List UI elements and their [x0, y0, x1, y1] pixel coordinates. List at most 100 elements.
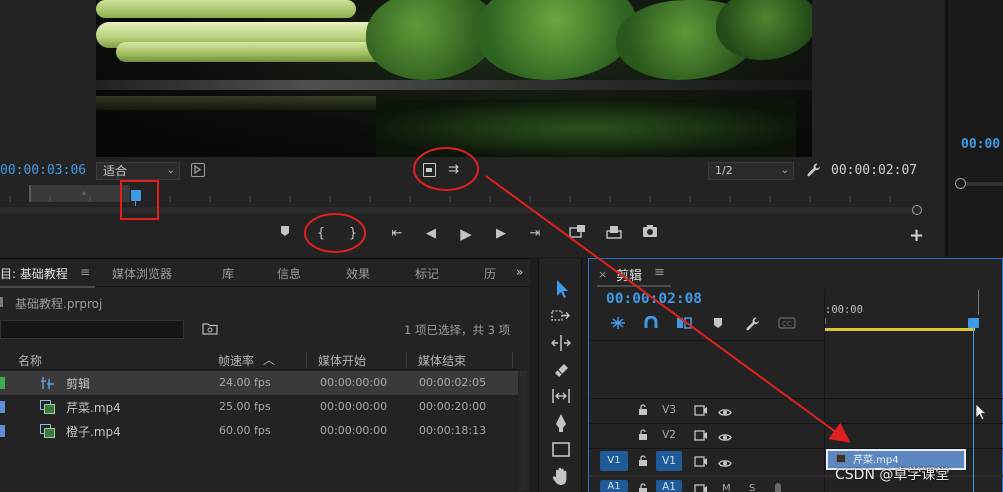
sync-lock-icon[interactable]: [694, 456, 708, 467]
source-patch-a1[interactable]: A1: [600, 480, 628, 492]
eye-icon[interactable]: [718, 431, 732, 441]
video-preview[interactable]: [96, 0, 812, 157]
work-area-bar[interactable]: [825, 328, 975, 331]
mark-out-icon[interactable]: }: [344, 224, 362, 244]
fit-dropdown[interactable]: 适合 ⌄: [96, 162, 180, 180]
microphone-icon[interactable]: [775, 483, 781, 492]
monitor-playhead[interactable]: [131, 190, 141, 201]
overwrite-icon[interactable]: [605, 224, 623, 244]
wrench-icon[interactable]: [806, 162, 822, 178]
track-target-v1[interactable]: V1: [656, 451, 682, 471]
column-divider[interactable]: [306, 352, 307, 368]
go-to-in-icon[interactable]: ⇤: [388, 224, 406, 244]
razor-tool-icon[interactable]: [549, 358, 573, 380]
solo-button[interactable]: S: [749, 483, 755, 492]
step-forward-icon[interactable]: ▶: [492, 224, 510, 244]
project-scrollbar[interactable]: [519, 371, 527, 491]
step-back-icon[interactable]: ◀: [422, 224, 440, 244]
add-button[interactable]: +: [909, 227, 924, 245]
tab-libraries[interactable]: 库: [222, 265, 234, 282]
tab-markers[interactable]: 标记: [415, 265, 439, 282]
panel-menu-icon[interactable]: ≡: [80, 265, 90, 279]
scrollbar-handle[interactable]: [955, 178, 966, 189]
project-item-row[interactable]: 剪辑 24.00 fps 00:00:00:00 00:00:02:05: [0, 371, 518, 395]
tab-project[interactable]: 目: 基础教程: [0, 265, 68, 282]
watermark-text: CSDN @卓学课堂: [835, 467, 950, 483]
sync-lock-icon[interactable]: [694, 484, 708, 492]
column-frame-rate[interactable]: 帧速率: [218, 352, 254, 369]
track-target-a1[interactable]: A1: [656, 480, 682, 492]
hand-tool-icon[interactable]: [549, 465, 573, 487]
search-input[interactable]: [0, 320, 184, 339]
timeline-timecode[interactable]: 00:00:02:08: [606, 291, 702, 307]
sequence-tab-title[interactable]: 剪辑: [616, 265, 642, 284]
lock-icon[interactable]: [638, 404, 648, 416]
item-name[interactable]: 橙子.mp4: [66, 423, 121, 440]
captions-icon[interactable]: CC: [778, 316, 796, 330]
item-name[interactable]: 芹菜.mp4: [66, 399, 121, 416]
monitor-settings-icon[interactable]: [191, 163, 205, 177]
item-name[interactable]: 剪辑: [66, 375, 90, 392]
trim-forward-icon[interactable]: ⇉: [448, 163, 459, 177]
go-to-out-icon[interactable]: ⇥: [526, 224, 544, 244]
play-icon[interactable]: ▶: [457, 224, 475, 244]
add-marker-icon[interactable]: [276, 224, 294, 244]
tab-media-browser[interactable]: 媒体浏览器: [112, 265, 172, 282]
scrollbar-handle[interactable]: [912, 205, 922, 215]
rectangle-tool-icon[interactable]: [549, 439, 573, 461]
eye-icon[interactable]: [718, 406, 732, 416]
lock-icon[interactable]: [638, 455, 648, 467]
resolution-dropdown[interactable]: 1/2 ⌄: [708, 162, 794, 180]
column-name[interactable]: 名称: [18, 352, 42, 369]
column-media-end[interactable]: 媒体结束: [418, 352, 466, 369]
tab-info[interactable]: 信息: [277, 265, 301, 282]
chevron-down-icon: ⌄: [166, 165, 175, 176]
tab-effects[interactable]: 效果: [346, 265, 370, 282]
label-color-swatch[interactable]: [0, 377, 5, 389]
timeline-playhead[interactable]: [968, 318, 979, 328]
source-patch-v1[interactable]: V1: [600, 451, 628, 471]
track-row-v3[interactable]: [589, 399, 1003, 423]
close-icon[interactable]: ×: [598, 268, 607, 281]
timeline-settings-wrench-icon[interactable]: [745, 316, 761, 331]
new-search-bin-icon[interactable]: [202, 322, 218, 335]
source-timecode[interactable]: 00:00: [961, 137, 1000, 152]
column-divider[interactable]: [512, 352, 513, 368]
ripple-edit-tool-icon[interactable]: [549, 332, 573, 354]
eye-icon[interactable]: [718, 457, 732, 467]
project-tabs: 目: 基础教程 ≡ 媒体浏览器 库 信息 效果 标记 历 »: [0, 259, 530, 287]
track-target-v3[interactable]: V3: [656, 400, 682, 420]
tab-history[interactable]: 历: [484, 265, 496, 282]
track-row-v2[interactable]: [589, 424, 1003, 448]
linked-selection-icon[interactable]: [676, 316, 692, 330]
lock-icon[interactable]: [638, 482, 648, 492]
mute-button[interactable]: M: [722, 483, 731, 492]
mark-in-icon[interactable]: {: [312, 224, 330, 244]
track-select-tool-icon[interactable]: [549, 305, 573, 327]
ruler-tick: [825, 318, 826, 324]
lock-icon[interactable]: [638, 429, 648, 441]
insert-icon[interactable]: [569, 224, 587, 244]
insert-button[interactable]: [423, 163, 436, 177]
add-marker-icon[interactable]: [712, 316, 728, 330]
snap-icon[interactable]: [643, 315, 659, 330]
project-item-row[interactable]: 芹菜.mp4 25.00 fps 00:00:00:00 00:00:20:00: [0, 395, 518, 419]
nest-toggle-icon[interactable]: [610, 316, 626, 330]
current-timecode[interactable]: 00:00:03:06: [0, 163, 86, 178]
pen-tool-icon[interactable]: [549, 412, 573, 434]
export-frame-icon[interactable]: [641, 224, 659, 244]
monitor-zoom-scrollbar[interactable]: [0, 207, 922, 213]
selection-tool-icon[interactable]: [549, 278, 573, 300]
project-item-row[interactable]: 橙子.mp4 60.00 fps 00:00:00:00 00:00:18:13: [0, 419, 518, 443]
tabs-overflow-icon[interactable]: »: [516, 265, 523, 279]
column-media-start[interactable]: 媒体开始: [318, 352, 366, 369]
sync-lock-icon[interactable]: [694, 430, 708, 441]
sync-lock-icon[interactable]: [694, 405, 708, 416]
column-divider[interactable]: [406, 352, 407, 368]
track-target-v2[interactable]: V2: [656, 425, 682, 445]
sort-ascending-icon[interactable]: ︿: [263, 351, 275, 368]
panel-menu-icon[interactable]: ≡: [654, 265, 665, 280]
label-color-swatch[interactable]: [0, 425, 5, 437]
label-color-swatch[interactable]: [0, 401, 5, 413]
slip-tool-icon[interactable]: [549, 385, 573, 407]
